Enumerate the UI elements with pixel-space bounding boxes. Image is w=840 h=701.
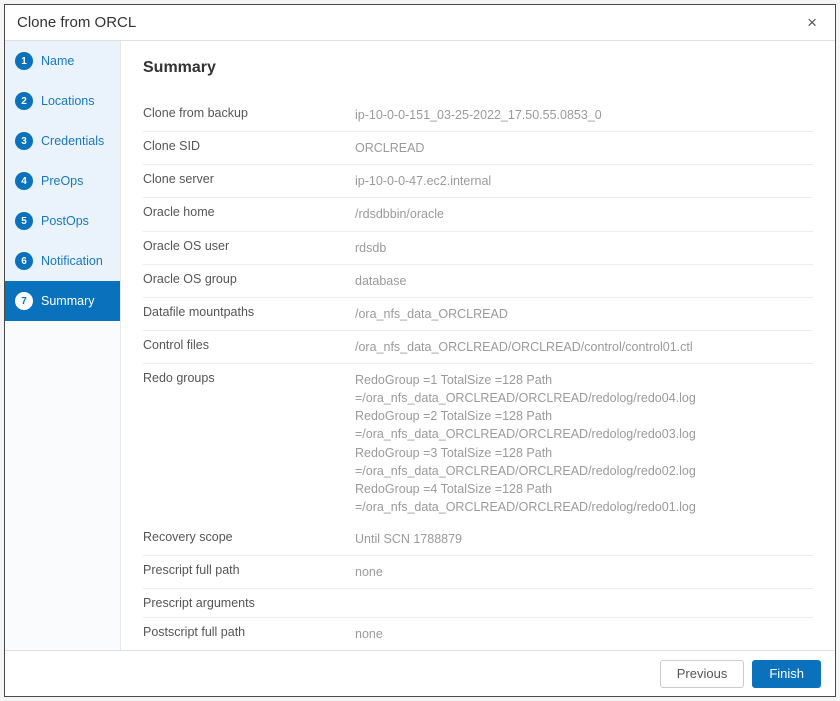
summary-label: Oracle OS group xyxy=(143,272,355,286)
step-label: PostOps xyxy=(41,214,89,228)
step-number: 5 xyxy=(15,212,33,230)
summary-label: Redo groups xyxy=(143,371,355,385)
summary-row: Clone from backupip-10-0-0-151_03-25-202… xyxy=(143,99,813,132)
step-number: 1 xyxy=(15,52,33,70)
page-title: Summary xyxy=(143,59,813,77)
summary-row: Clone serverip-10-0-0-47.ec2.internal xyxy=(143,165,813,198)
summary-label: Clone SID xyxy=(143,139,355,153)
step-label: Summary xyxy=(41,294,94,308)
step-label: Name xyxy=(41,54,74,68)
summary-label: Oracle OS user xyxy=(143,239,355,253)
summary-row: Datafile mountpaths/ora_nfs_data_ORCLREA… xyxy=(143,298,813,331)
summary-label: Postscript full path xyxy=(143,625,355,639)
summary-label: Control files xyxy=(143,338,355,352)
summary-value: none xyxy=(355,563,813,581)
summary-label: Recovery scope xyxy=(143,530,355,544)
summary-label: Prescript full path xyxy=(143,563,355,577)
summary-row: Control files/ora_nfs_data_ORCLREAD/ORCL… xyxy=(143,331,813,364)
wizard-body: 1 Name 2 Locations 3 Credentials 4 PreOps 5 PostO… xyxy=(5,41,835,650)
step-label: Credentials xyxy=(41,134,104,148)
wizard-sidebar: 1 Name 2 Locations 3 Credentials 4 PreOps 5 PostO… xyxy=(5,41,121,650)
step-summary[interactable]: 7 Summary xyxy=(5,281,120,321)
summary-value: none xyxy=(355,625,813,643)
step-number: 4 xyxy=(15,172,33,190)
step-postops[interactable]: 5 PostOps xyxy=(5,201,120,241)
summary-row: Oracle OS groupdatabase xyxy=(143,265,813,298)
step-number: 2 xyxy=(15,92,33,110)
wizard-footer: Previous Finish xyxy=(5,650,835,696)
summary-label: Oracle home xyxy=(143,205,355,219)
summary-label: Clone from backup xyxy=(143,106,355,120)
step-label: Notification xyxy=(41,254,103,268)
summary-value: RedoGroup =1 TotalSize =128 Path =/ora_n… xyxy=(355,371,813,516)
summary-value: ip-10-0-0-151_03-25-2022_17.50.55.0853_0 xyxy=(355,106,813,124)
summary-label: Datafile mountpaths xyxy=(143,305,355,319)
summary-row: Postscript full pathnone xyxy=(143,618,813,650)
summary-row: Prescript arguments xyxy=(143,589,813,618)
previous-button[interactable]: Previous xyxy=(660,660,745,688)
summary-table: Clone from backupip-10-0-0-151_03-25-202… xyxy=(143,99,813,650)
finish-button[interactable]: Finish xyxy=(752,660,821,688)
summary-value: Until SCN 1788879 xyxy=(355,530,813,548)
step-locations[interactable]: 2 Locations xyxy=(5,81,120,121)
step-number: 6 xyxy=(15,252,33,270)
step-name[interactable]: 1 Name xyxy=(5,41,120,81)
summary-label: Prescript arguments xyxy=(143,596,355,610)
window-title: Clone from ORCL xyxy=(17,14,801,31)
step-notification[interactable]: 6 Notification xyxy=(5,241,120,281)
summary-value: ORCLREAD xyxy=(355,139,813,157)
step-label: PreOps xyxy=(41,174,83,188)
step-number: 3 xyxy=(15,132,33,150)
close-icon[interactable]: × xyxy=(801,12,823,33)
summary-value: ip-10-0-0-47.ec2.internal xyxy=(355,172,813,190)
summary-value: /ora_nfs_data_ORCLREAD/ORCLREAD/control/… xyxy=(355,338,813,356)
summary-row: Recovery scopeUntil SCN 1788879 xyxy=(143,523,813,556)
step-credentials[interactable]: 3 Credentials xyxy=(5,121,120,161)
step-number: 7 xyxy=(15,292,33,310)
titlebar: Clone from ORCL × xyxy=(5,5,835,41)
summary-value: rdsdb xyxy=(355,239,813,257)
summary-row: Oracle OS userrdsdb xyxy=(143,232,813,265)
summary-row: Prescript full pathnone xyxy=(143,556,813,589)
wizard-window: Clone from ORCL × 1 Name 2 Locations 3 Creden… xyxy=(4,4,836,697)
summary-value: database xyxy=(355,272,813,290)
summary-row: Oracle home/rdsdbbin/oracle xyxy=(143,198,813,231)
step-preops[interactable]: 4 PreOps xyxy=(5,161,120,201)
summary-value: /ora_nfs_data_ORCLREAD xyxy=(355,305,813,323)
step-label: Locations xyxy=(41,94,95,108)
wizard-main: Summary Clone from backupip-10-0-0-151_0… xyxy=(121,41,835,650)
summary-row: Clone SIDORCLREAD xyxy=(143,132,813,165)
summary-label: Clone server xyxy=(143,172,355,186)
summary-value: /rdsdbbin/oracle xyxy=(355,205,813,223)
summary-row: Redo groupsRedoGroup =1 TotalSize =128 P… xyxy=(143,364,813,523)
